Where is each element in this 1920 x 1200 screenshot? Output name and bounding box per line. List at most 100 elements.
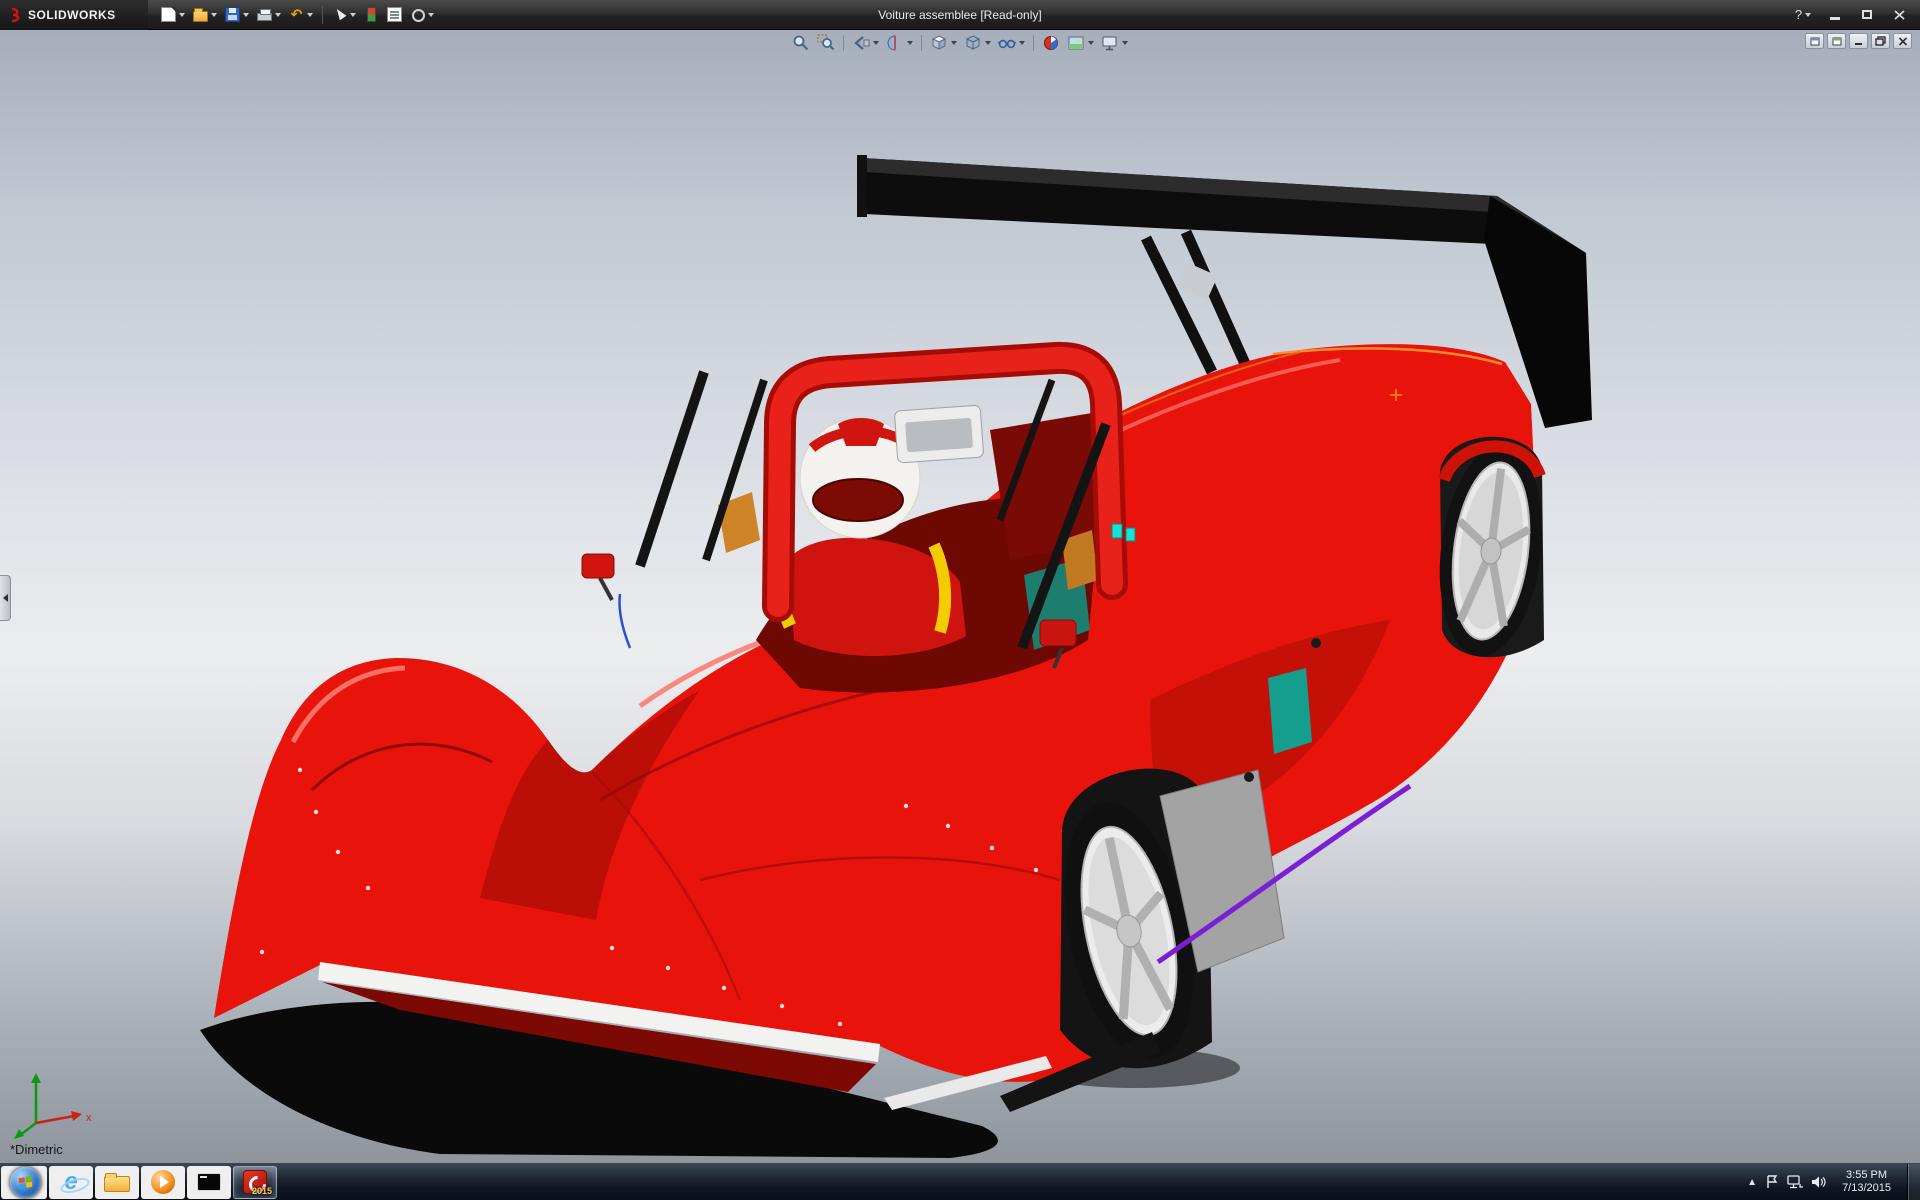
chevron-down-icon	[951, 41, 957, 45]
tray-expand-icon[interactable]: ▲	[1747, 1177, 1757, 1188]
solidworks-app-icon: 2015	[243, 1170, 267, 1194]
toolbar-separator	[322, 6, 323, 24]
doc-close-button[interactable]	[1893, 33, 1912, 49]
taskbar-item-command-prompt[interactable]	[187, 1166, 231, 1199]
folder-icon	[104, 1176, 130, 1192]
window-icon	[1832, 37, 1842, 46]
toolbar-separator	[921, 35, 922, 51]
display-style-button[interactable]	[962, 33, 993, 53]
rebuild-icon	[367, 7, 376, 22]
new-file-icon	[161, 7, 176, 22]
window-title: Voiture assemblee [Read-only]	[878, 0, 1041, 30]
chevron-down-icon	[428, 13, 434, 17]
chevron-down-icon	[243, 13, 249, 17]
graphics-viewport[interactable]: x *Dimetric	[0, 30, 1920, 1163]
solidworks-logo: SOLIDWORKS	[0, 0, 148, 30]
doc-restore-button[interactable]	[1871, 33, 1890, 49]
chevron-down-icon	[307, 13, 313, 17]
scene-icon	[1067, 34, 1085, 52]
open-file-button[interactable]	[190, 3, 220, 27]
view-orientation-button[interactable]	[928, 33, 959, 53]
chevron-down-icon	[985, 41, 991, 45]
chevron-down-icon	[179, 13, 185, 17]
glasses-icon	[998, 34, 1016, 52]
taskbar-item-solidworks[interactable]: 2015	[233, 1166, 277, 1199]
taskbar-item-media-player[interactable]	[141, 1166, 185, 1199]
minimize-icon	[1854, 37, 1864, 46]
toolbar-separator	[1033, 35, 1034, 51]
clock-time: 3:55 PM	[1842, 1169, 1891, 1182]
title-bar: SOLIDWORKS Voiture assemblee [Read-only]…	[0, 0, 1920, 30]
close-button[interactable]	[1884, 4, 1914, 26]
view-settings-icon	[1101, 34, 1119, 52]
close-icon	[1898, 37, 1908, 46]
rearview-mirror	[894, 405, 983, 463]
action-center-flag-icon[interactable]	[1765, 1175, 1779, 1189]
edit-appearance-button[interactable]	[1040, 33, 1062, 53]
feature-manager-handle[interactable]	[0, 575, 11, 621]
options-button[interactable]	[407, 3, 437, 27]
view-settings-button[interactable]	[1099, 33, 1130, 53]
zoom-to-fit-icon	[792, 34, 810, 52]
section-view-icon	[886, 34, 904, 52]
zoom-to-area-button[interactable]	[815, 33, 837, 53]
minimize-button[interactable]	[1820, 4, 1850, 26]
file-properties-button[interactable]	[384, 3, 405, 27]
appearance-sphere-icon	[1042, 34, 1060, 52]
help-button[interactable]: ?	[1788, 4, 1818, 26]
zoom-to-fit-button[interactable]	[790, 33, 812, 53]
apply-scene-button[interactable]	[1065, 33, 1096, 53]
cyan-detail	[1112, 524, 1122, 538]
rebuild-button[interactable]	[361, 3, 382, 27]
undo-button[interactable]	[286, 3, 316, 27]
save-button[interactable]	[222, 3, 252, 27]
select-button[interactable]	[329, 3, 359, 27]
chevron-down-icon	[1088, 41, 1094, 45]
save-icon	[225, 7, 240, 22]
doc-window-button[interactable]	[1805, 33, 1824, 49]
left-mirror	[582, 554, 614, 600]
volume-icon[interactable]	[1811, 1175, 1826, 1189]
start-button[interactable]	[1, 1166, 47, 1199]
open-file-icon	[193, 11, 208, 22]
reference-triad: x	[10, 1067, 98, 1139]
chevron-down-icon	[275, 13, 281, 17]
menu-toolbar	[148, 3, 437, 27]
section-view-button[interactable]	[884, 33, 915, 53]
print-button[interactable]	[254, 3, 284, 27]
collapse-arrow-icon	[3, 594, 8, 602]
cyan-detail	[1126, 528, 1135, 541]
new-file-button[interactable]	[158, 3, 188, 27]
show-desktop-button[interactable]	[1907, 1164, 1920, 1200]
solidworks-logo-icon	[8, 7, 24, 23]
hide-show-items-button[interactable]	[996, 33, 1027, 53]
car-model	[0, 30, 1920, 1163]
triad-x-label: x	[86, 1112, 92, 1124]
doc-window-alt-button[interactable]	[1827, 33, 1846, 49]
doc-minimize-button[interactable]	[1849, 33, 1868, 49]
chevron-down-icon	[1019, 41, 1025, 45]
previous-view-button[interactable]	[850, 33, 881, 53]
select-cursor-icon	[332, 7, 347, 22]
toolbar-separator	[843, 35, 844, 51]
view-orientation-cube-icon	[930, 34, 948, 52]
taskbar-item-file-explorer[interactable]	[95, 1166, 139, 1199]
document-window-controls	[1805, 33, 1912, 49]
restore-icon	[1875, 36, 1886, 46]
window-icon	[1810, 37, 1820, 46]
media-player-icon	[151, 1170, 175, 1194]
system-tray: ▲ 3:55 PM 7/13/2015	[1747, 1164, 1920, 1200]
clock-date: 7/13/2015	[1842, 1182, 1891, 1195]
wing-left-edge	[857, 155, 867, 217]
close-icon	[1894, 10, 1905, 20]
chevron-down-icon	[211, 13, 217, 17]
previous-view-icon	[852, 34, 870, 52]
chevron-down-icon	[350, 13, 356, 17]
network-icon[interactable]	[1787, 1175, 1803, 1189]
maximize-button[interactable]	[1852, 4, 1882, 26]
helmet-visor	[813, 479, 903, 521]
antenna-wire	[619, 594, 630, 648]
taskbar-clock[interactable]: 3:55 PM 7/13/2015	[1834, 1169, 1899, 1195]
command-prompt-icon	[197, 1173, 221, 1191]
taskbar-item-internet-explorer[interactable]: e	[49, 1166, 93, 1199]
